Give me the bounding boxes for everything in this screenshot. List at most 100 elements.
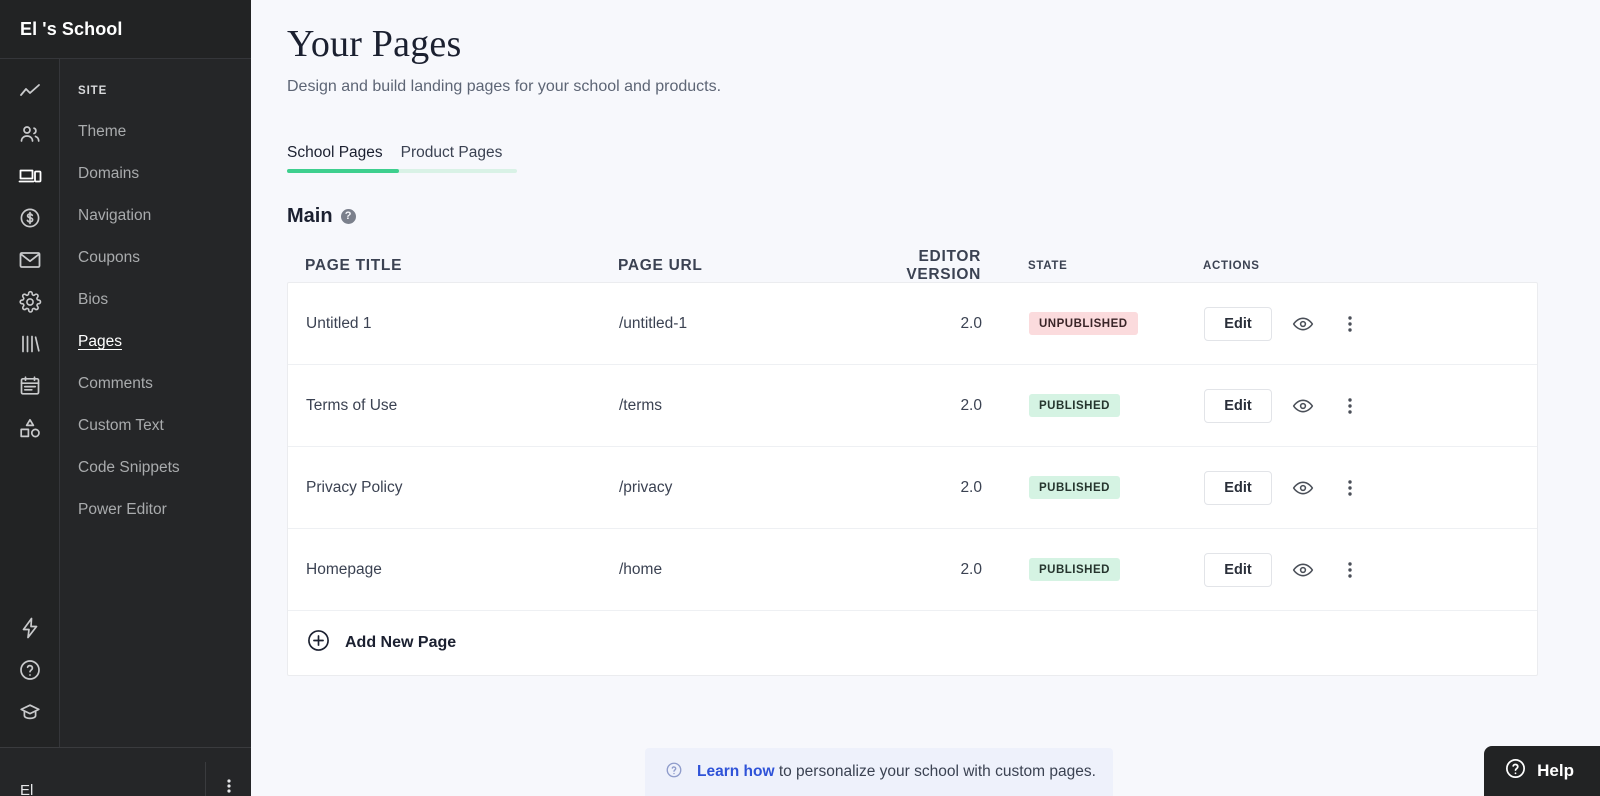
- mail-icon[interactable]: [0, 239, 60, 281]
- shapes-icon[interactable]: [0, 407, 60, 449]
- page-title: Your Pages: [287, 23, 462, 65]
- table-row: Untitled 1 /untitled-1 2.0 UNPUBLISHED E…: [288, 283, 1537, 365]
- sidebar-item-navigation[interactable]: Navigation: [60, 195, 251, 237]
- cell-page-title: Homepage: [306, 560, 382, 578]
- cell-editor-version: 2.0: [960, 396, 982, 414]
- cell-editor-version: 2.0: [960, 314, 982, 332]
- row-menu-kebab-icon[interactable]: [1338, 471, 1362, 505]
- table-row: Homepage /home 2.0 PUBLISHED Edit: [288, 529, 1537, 611]
- sidebar-item-coupons[interactable]: Coupons: [60, 237, 251, 279]
- user-bar: El: [0, 747, 251, 796]
- cell-actions: Edit: [1204, 306, 1519, 341]
- preview-eye-icon[interactable]: [1284, 307, 1322, 341]
- analytics-icon[interactable]: [0, 71, 60, 113]
- icon-rail: [0, 59, 60, 747]
- sidebar-item-pages[interactable]: Pages: [60, 321, 251, 363]
- sidebar-item-domains[interactable]: Domains: [60, 153, 251, 195]
- question-circle-icon[interactable]: [0, 649, 60, 691]
- banner-rest-text: to personalize your school with custom p…: [774, 763, 1096, 780]
- row-menu-kebab-icon[interactable]: [1338, 553, 1362, 587]
- column-header-state: STATE: [1028, 260, 1068, 272]
- tab-active-underline: [287, 169, 399, 173]
- dollar-circle-icon[interactable]: [0, 197, 60, 239]
- banner-text: Learn how to personalize your school wit…: [697, 763, 1096, 781]
- banner-question-icon: [665, 761, 683, 784]
- lightning-icon[interactable]: [0, 607, 60, 649]
- add-new-page-button[interactable]: Add New Page: [288, 611, 1537, 675]
- sidebar-item-custom-text[interactable]: Custom Text: [60, 405, 251, 447]
- users-icon[interactable]: [0, 113, 60, 155]
- main-content: Your Pages Design and build landing page…: [251, 0, 1600, 796]
- left-navigation: El 's School SITE Theme Domains Navigati…: [0, 0, 251, 796]
- rail-bottom-group: [0, 607, 60, 747]
- page-subtitle: Design and build landing pages for your …: [287, 78, 722, 95]
- sidebar-item-code-snippets[interactable]: Code Snippets: [60, 447, 251, 489]
- cell-state: UNPUBLISHED: [994, 312, 1204, 335]
- tab-bar: School Pages Product Pages: [287, 144, 517, 173]
- cell-page-url: /terms: [619, 396, 663, 414]
- help-question-circle-icon: [1504, 757, 1527, 785]
- table-row: Privacy Policy /privacy 2.0 PUBLISHED Ed…: [288, 447, 1537, 529]
- pages-card: Untitled 1 /untitled-1 2.0 UNPUBLISHED E…: [287, 282, 1538, 676]
- edit-button[interactable]: Edit: [1204, 552, 1272, 587]
- user-name: El: [20, 781, 34, 796]
- row-menu-kebab-icon[interactable]: [1338, 389, 1362, 423]
- cell-state: PUBLISHED: [994, 558, 1204, 581]
- cell-editor-version: 2.0: [960, 560, 982, 578]
- add-new-page-label: Add New Page: [345, 634, 457, 651]
- preview-eye-icon[interactable]: [1284, 471, 1322, 505]
- app-root: El 's School SITE Theme Domains Navigati…: [0, 0, 1600, 796]
- learn-how-banner: Learn how to personalize your school wit…: [645, 748, 1113, 796]
- site-submenu: SITE Theme Domains Navigation Coupons Bi…: [60, 59, 251, 747]
- table-header-row: PAGE TITLE PAGE URL EDITOR VERSION STATE…: [287, 248, 1538, 283]
- gear-icon[interactable]: [0, 281, 60, 323]
- cell-editor-version: 2.0: [960, 478, 982, 496]
- sidebar-item-theme[interactable]: Theme: [60, 111, 251, 153]
- status-badge: PUBLISHED: [1029, 476, 1120, 499]
- section-help-icon[interactable]: ?: [340, 209, 356, 224]
- column-header-page-url: PAGE URL: [618, 257, 703, 274]
- edit-button[interactable]: Edit: [1204, 388, 1272, 423]
- help-widget-label: Help: [1537, 761, 1574, 780]
- sidebar-item-power-editor[interactable]: Power Editor: [60, 489, 251, 531]
- column-header-editor-version: EDITOR VERSION: [906, 248, 981, 283]
- preview-eye-icon[interactable]: [1284, 389, 1322, 423]
- plus-circle-icon: [306, 628, 331, 658]
- status-badge: PUBLISHED: [1029, 558, 1120, 581]
- row-menu-kebab-icon[interactable]: [1338, 307, 1362, 341]
- table-row: Terms of Use /terms 2.0 PUBLISHED Edit: [288, 365, 1537, 447]
- cell-page-url: /untitled-1: [619, 314, 688, 332]
- school-name: El 's School: [20, 18, 123, 39]
- cell-page-title: Terms of Use: [306, 396, 398, 414]
- cell-actions: Edit: [1204, 552, 1519, 587]
- brand-bar[interactable]: El 's School: [0, 0, 251, 59]
- edit-button[interactable]: Edit: [1204, 470, 1272, 505]
- sidebar-item-comments[interactable]: Comments: [60, 363, 251, 405]
- sidebar-item-bios[interactable]: Bios: [60, 279, 251, 321]
- preview-eye-icon[interactable]: [1284, 553, 1322, 587]
- cell-actions: Edit: [1204, 388, 1519, 423]
- edit-button[interactable]: Edit: [1204, 306, 1272, 341]
- cell-actions: Edit: [1204, 470, 1519, 505]
- cell-page-url: /home: [619, 560, 663, 578]
- column-header-actions: ACTIONS: [1203, 260, 1260, 272]
- cell-page-title: Privacy Policy: [306, 478, 403, 496]
- library-books-icon[interactable]: [0, 323, 60, 365]
- status-badge: PUBLISHED: [1029, 394, 1120, 417]
- section-header: Main ?: [287, 205, 1576, 228]
- site-devices-icon[interactable]: [0, 155, 60, 197]
- graduation-cap-icon[interactable]: [0, 691, 60, 733]
- news-calendar-icon[interactable]: [0, 365, 60, 407]
- cell-state: PUBLISHED: [994, 394, 1204, 417]
- pages-table: PAGE TITLE PAGE URL EDITOR VERSION STATE…: [287, 248, 1538, 676]
- status-badge: UNPUBLISHED: [1029, 312, 1138, 335]
- help-widget-button[interactable]: Help: [1484, 746, 1600, 796]
- cell-page-url: /privacy: [619, 478, 673, 496]
- cell-state: PUBLISHED: [994, 476, 1204, 499]
- section-title: Main: [287, 205, 333, 227]
- cell-page-title: Untitled 1: [306, 314, 372, 332]
- learn-how-link[interactable]: Learn how: [697, 763, 775, 780]
- user-menu-kebab-icon[interactable]: [205, 761, 251, 796]
- submenu-heading: SITE: [78, 85, 108, 97]
- column-header-page-title: PAGE TITLE: [305, 257, 403, 274]
